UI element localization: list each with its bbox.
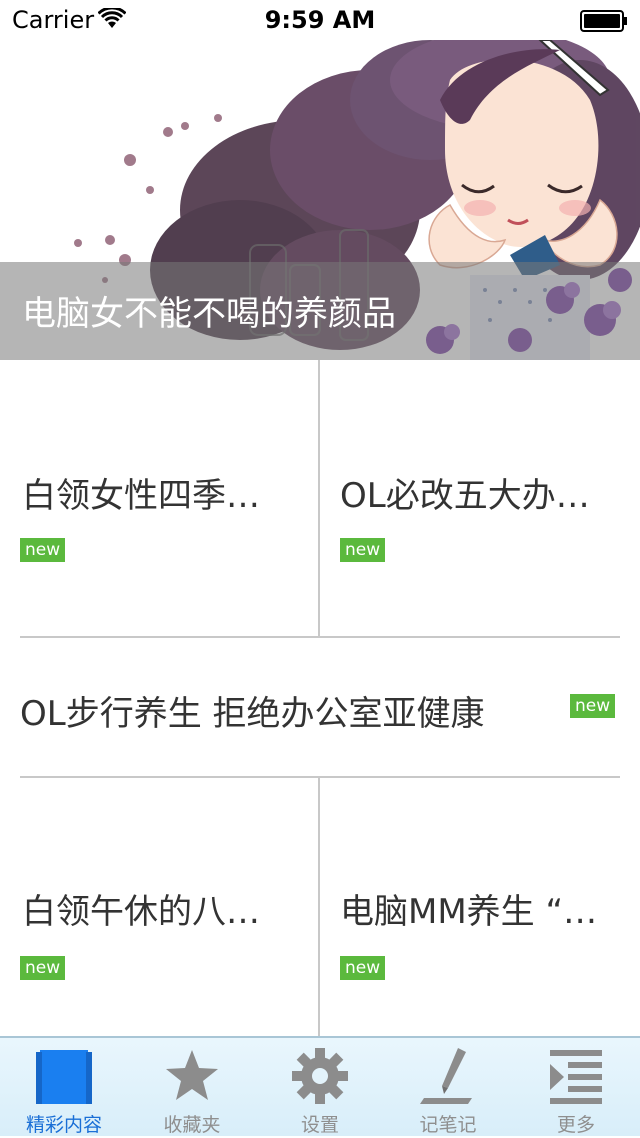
new-badge: new [20,538,66,562]
article-card-top-right[interactable]: OL必改五大办… new [320,360,640,636]
content-book-icon [36,1050,92,1104]
tab-settings[interactable]: 设置 [256,1038,384,1138]
article-title: 白领午休的八… [22,892,260,932]
article-card-bottom-left[interactable]: 白领午休的八… new [0,778,318,1036]
tab-content[interactable]: 精彩内容 [0,1038,128,1138]
tab-label: 记笔记 [419,1114,477,1136]
article-title: OL必改五大办… [340,476,590,516]
battery-icon [580,10,627,32]
new-badge: new [340,956,386,980]
article-grid: 白领女性四季… new OL必改五大办… new OL步行养生 拒绝办公室亚健康… [0,360,640,1036]
clock: 9:59 AM [264,6,376,34]
hero-banner[interactable]: 电脑女不能不喝的养颜品 [0,40,640,360]
article-title: OL步行养生 拒绝办公室亚健康 [20,694,485,734]
tab-label: 收藏夹 [163,1114,221,1136]
article-card-wide[interactable]: OL步行养生 拒绝办公室亚健康 new [0,638,640,776]
tab-label: 精彩内容 [25,1114,102,1136]
star-icon [166,1050,218,1100]
new-badge: new [340,538,386,562]
tab-favorites[interactable]: 收藏夹 [128,1038,256,1138]
status-bar: Carrier 9:59 AM [0,0,640,40]
tab-label: 设置 [300,1114,339,1136]
article-title: 电脑MM养生 “… [340,892,598,932]
pen-icon [420,1048,472,1104]
gear-icon [292,1048,348,1104]
new-badge: new [570,694,616,718]
article-card-bottom-right[interactable]: 电脑MM养生 “… new [320,778,640,1036]
grid-divider-vertical [318,360,320,636]
more-list-icon [550,1050,602,1104]
article-card-top-left[interactable]: 白领女性四季… new [0,360,318,636]
hero-caption: 电脑女不能不喝的养颜品 [22,294,396,334]
tab-bar: 精彩内容 收藏夹 设置 记笔记 更多 [0,1036,640,1136]
tab-notes[interactable]: 记笔记 [384,1038,512,1138]
new-badge: new [20,956,66,980]
tab-more[interactable]: 更多 [512,1038,640,1138]
article-title: 白领女性四季… [22,476,260,516]
grid-divider-vertical [318,778,320,1036]
tab-label: 更多 [556,1114,595,1136]
